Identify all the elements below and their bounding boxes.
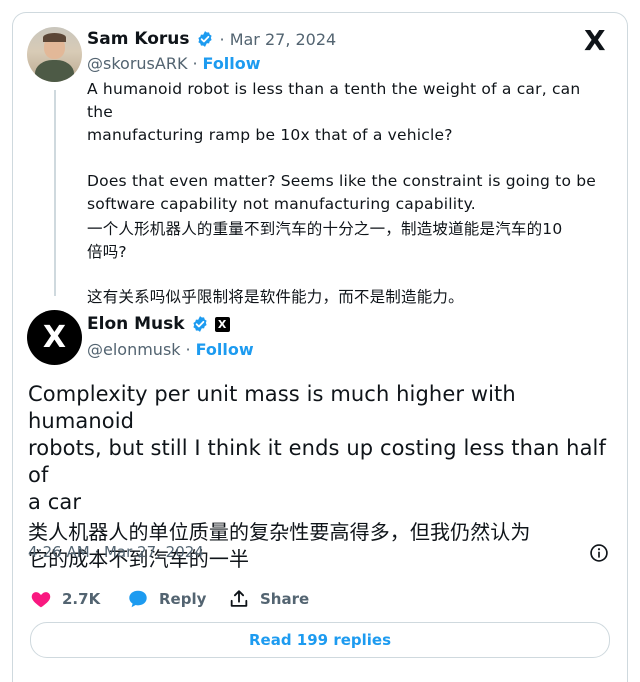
quoted-line: 这有关系吗似乎限制将是软件能力，而不是制造能力。 bbox=[87, 288, 464, 306]
follow-button-quoted[interactable]: Follow bbox=[203, 54, 261, 73]
quoted-line: manufacturing ramp be 10x that of a vehi… bbox=[87, 126, 453, 144]
quoted-line: Does that even matter? Seems like the co… bbox=[87, 172, 597, 190]
quoted-line: 倍吗? bbox=[87, 243, 127, 261]
quoted-date[interactable]: · Mar 27, 2024 bbox=[220, 30, 337, 49]
main-handle-row: @elonmusk · Follow bbox=[87, 340, 254, 359]
quoted-line: A humanoid robot is less than a tenth th… bbox=[87, 80, 581, 121]
main-line: robots, but still I think it ends up cos… bbox=[28, 436, 606, 487]
follow-button-main[interactable]: Follow bbox=[196, 340, 254, 359]
read-replies-button[interactable]: Read 199 replies bbox=[30, 622, 610, 658]
info-icon[interactable] bbox=[589, 543, 609, 563]
tweet-timestamp[interactable]: 4:26 AM · Mar 27, 2024 bbox=[28, 543, 204, 561]
quoted-handle-row: @skorusARK · Follow bbox=[87, 54, 261, 73]
main-line: Complexity per unit mass is much higher … bbox=[28, 382, 516, 433]
main-author-name[interactable]: Elon Musk bbox=[87, 314, 185, 334]
quoted-handle[interactable]: @skorusARK bbox=[87, 54, 187, 73]
thread-connector-line bbox=[54, 90, 56, 296]
quoted-author-name[interactable]: Sam Korus bbox=[87, 29, 190, 49]
like-count: 2.7K bbox=[62, 590, 101, 608]
reply-action[interactable]: Reply bbox=[127, 588, 206, 610]
main-line: a car bbox=[28, 490, 82, 514]
separator-dot: · bbox=[185, 340, 191, 359]
quoted-tweet-text: A humanoid robot is less than a tenth th… bbox=[87, 78, 607, 309]
main-line: 类人机器人的单位质量的复杂性要高得多，但我仍然认为 bbox=[28, 520, 531, 544]
separator-dot: · bbox=[192, 54, 198, 73]
quoted-line: software capability not manufacturing ca… bbox=[87, 195, 476, 213]
like-action[interactable]: 2.7K bbox=[30, 588, 100, 610]
verified-badge-icon bbox=[192, 316, 207, 332]
quoted-line: 一个人形机器人的重量不到汽车的十分之一，制造坡道能是汽车的10 bbox=[87, 220, 563, 238]
share-icon bbox=[230, 590, 248, 607]
x-affiliation-badge-icon: X bbox=[214, 316, 230, 332]
share-label: Share bbox=[260, 590, 310, 608]
quoted-author-row: Sam Korus · Mar 27, 2024 bbox=[87, 29, 336, 49]
speech-bubble-icon bbox=[129, 590, 147, 608]
heart-icon bbox=[31, 592, 51, 608]
avatar-sam-korus[interactable] bbox=[27, 27, 82, 82]
avatar-elon-musk[interactable]: X bbox=[27, 310, 82, 365]
reply-label: Reply bbox=[159, 590, 207, 608]
x-logo-icon: X bbox=[42, 320, 67, 355]
main-handle[interactable]: @elonmusk bbox=[87, 340, 181, 359]
x-logo-icon[interactable]: X bbox=[584, 27, 606, 55]
verified-badge-icon bbox=[197, 31, 212, 47]
share-action[interactable]: Share bbox=[228, 588, 309, 610]
main-author-row: Elon Musk X bbox=[87, 314, 230, 334]
